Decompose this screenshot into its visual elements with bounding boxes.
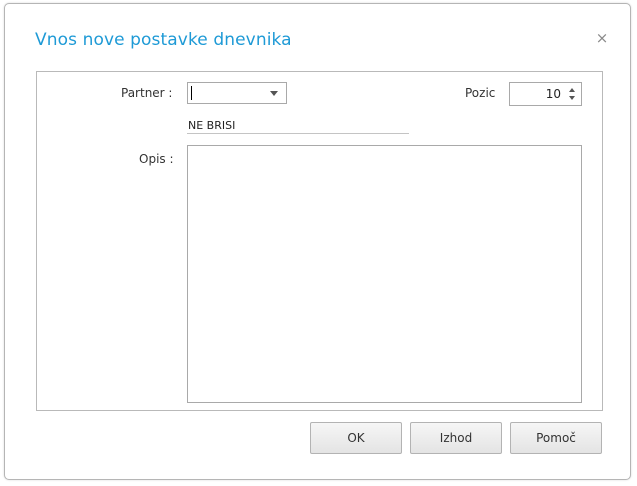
form-panel: Partner : NE BRISI Pozic 10 Opis : bbox=[36, 71, 603, 411]
pomoc-button[interactable]: Pomoč bbox=[510, 422, 602, 454]
pozic-spinner[interactable]: 10 bbox=[509, 82, 582, 106]
text-caret bbox=[191, 86, 192, 100]
close-icon[interactable]: × bbox=[593, 29, 611, 47]
dialog-title: Vnos nove postavke dnevnika bbox=[35, 30, 292, 50]
chevron-down-icon[interactable] bbox=[270, 91, 278, 96]
partner-name-underline bbox=[187, 133, 409, 134]
spinner-down-icon[interactable] bbox=[569, 96, 575, 100]
pozic-value: 10 bbox=[545, 87, 561, 101]
opis-textarea[interactable] bbox=[187, 145, 582, 403]
partner-combobox[interactable] bbox=[187, 82, 287, 104]
partner-name-text: NE BRISI bbox=[188, 119, 236, 132]
pozic-label: Pozic bbox=[465, 86, 496, 100]
ok-button[interactable]: OK bbox=[310, 422, 402, 454]
partner-label: Partner : bbox=[121, 86, 173, 100]
dialog-window: Vnos nove postavke dnevnika × Partner : … bbox=[4, 3, 631, 480]
opis-label: Opis : bbox=[139, 152, 174, 166]
spinner-up-icon[interactable] bbox=[569, 88, 575, 92]
izhod-button[interactable]: Izhod bbox=[410, 422, 502, 454]
